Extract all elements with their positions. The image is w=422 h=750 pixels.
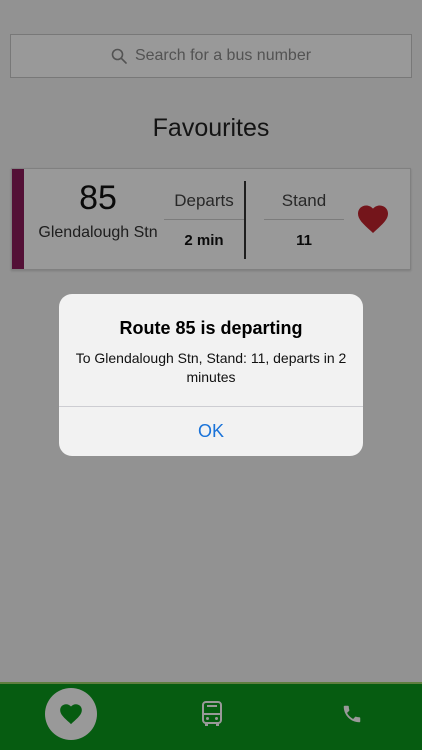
alert-message: To Glendalough Stn, Stand: 11, departs i… [75,350,347,385]
departure-alert: Route 85 is departing To Glendalough Stn… [59,294,363,456]
alert-title: Route 85 is departing [119,318,303,338]
ok-button[interactable]: OK [59,407,363,456]
